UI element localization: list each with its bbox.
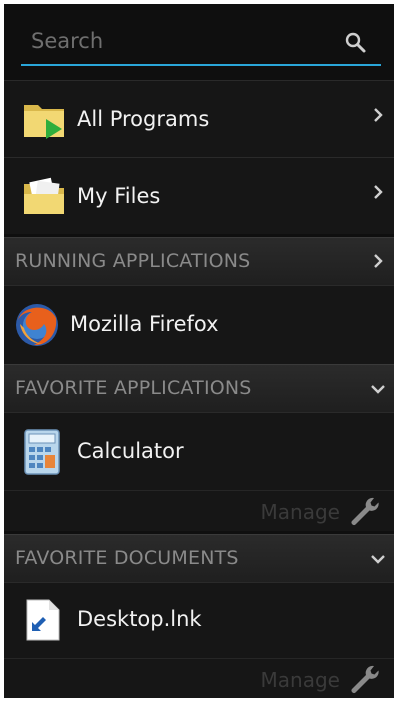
wrench-icon[interactable] (348, 495, 380, 527)
search-icon[interactable] (345, 32, 367, 54)
firefox-icon (16, 304, 58, 346)
manage-label: Manage (260, 668, 340, 692)
folder-play-icon (24, 105, 64, 139)
section-label: FAVORITE APPLICATIONS (15, 377, 252, 399)
chevron-down-icon (371, 385, 385, 394)
section-label: FAVORITE DOCUMENTS (15, 547, 239, 569)
search-input[interactable]: Search (21, 24, 381, 66)
search-placeholder: Search (31, 29, 104, 53)
folder-documents-icon (24, 177, 64, 214)
app-item-label: Calculator (77, 439, 184, 463)
manage-favorite-documents[interactable]: Manage (4, 658, 394, 698)
calculator-icon (24, 429, 60, 475)
app-item-firefox[interactable]: Mozilla Firefox (4, 285, 394, 365)
shortcut-file-icon (26, 599, 60, 641)
chevron-right-icon (374, 108, 383, 122)
nav-item-label: All Programs (77, 107, 210, 131)
launcher-panel: Search All Programs My Files RUNNING APP… (4, 4, 394, 698)
wrench-icon[interactable] (348, 663, 380, 695)
app-item-label: Mozilla Firefox (70, 312, 219, 336)
document-item-desktop-lnk[interactable]: Desktop.lnk (4, 582, 394, 659)
nav-item-all-programs[interactable]: All Programs (4, 80, 394, 158)
chevron-right-icon (374, 254, 383, 268)
section-favorite-documents[interactable]: FAVORITE DOCUMENTS (4, 534, 394, 583)
nav-item-my-files[interactable]: My Files (4, 157, 394, 234)
chevron-down-icon (371, 555, 385, 564)
manage-label: Manage (260, 500, 340, 524)
nav-item-label: My Files (77, 184, 161, 208)
app-item-calculator[interactable]: Calculator (4, 412, 394, 491)
document-item-label: Desktop.lnk (77, 607, 202, 631)
chevron-right-icon (374, 185, 383, 199)
section-running-applications[interactable]: RUNNING APPLICATIONS (4, 237, 394, 286)
manage-favorite-applications[interactable]: Manage (4, 490, 394, 531)
section-favorite-applications[interactable]: FAVORITE APPLICATIONS (4, 364, 394, 413)
section-label: RUNNING APPLICATIONS (15, 250, 251, 272)
